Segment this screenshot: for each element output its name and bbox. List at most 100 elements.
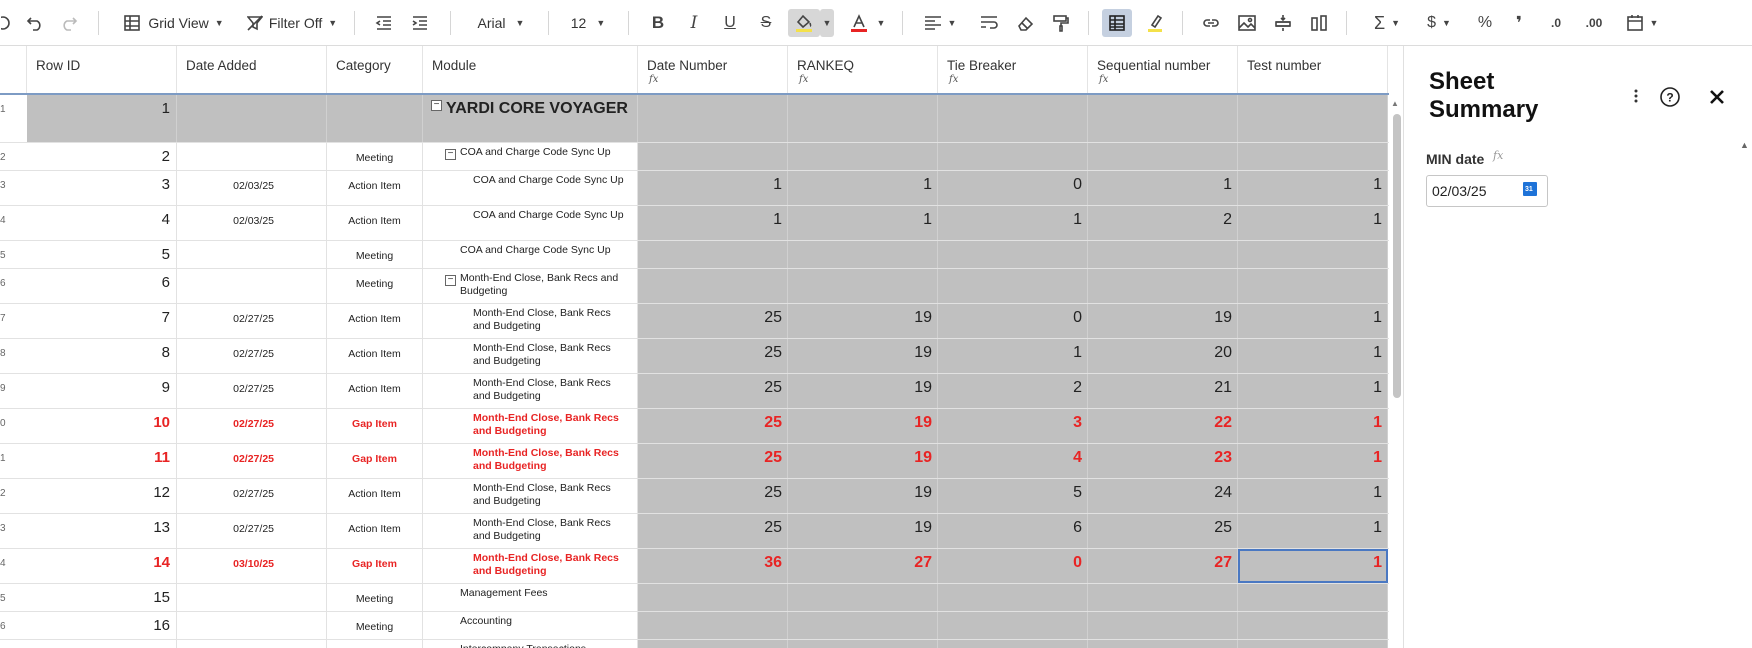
- cell-date-added[interactable]: 02/27/25: [177, 479, 327, 513]
- cell-sequential-number[interactable]: [1088, 143, 1238, 170]
- cell-rankeq[interactable]: [788, 143, 938, 170]
- cell-module[interactable]: COA and Charge Code Sync Up: [423, 171, 638, 205]
- row-number[interactable]: 6: [0, 269, 27, 303]
- column-header-date-number[interactable]: Date Number fx: [638, 46, 788, 93]
- cell-date-number[interactable]: 25: [638, 514, 788, 548]
- row-number[interactable]: 2: [0, 143, 27, 170]
- cell-row-id[interactable]: 5: [27, 241, 177, 268]
- cell-tie-breaker[interactable]: [938, 269, 1088, 303]
- table-row[interactable]: 0 10 02/27/25 Gap Item Month-End Close, Bank…: [0, 409, 1389, 444]
- cell-date-number[interactable]: 25: [638, 479, 788, 513]
- cell-rankeq[interactable]: 19: [788, 479, 938, 513]
- cell-date-added[interactable]: [177, 241, 327, 268]
- cell-module[interactable]: − Month-End Close, Bank Recs and Budgetin…: [423, 269, 638, 303]
- align-selector[interactable]: ▼: [918, 9, 962, 37]
- collapse-toggle-icon[interactable]: −: [431, 100, 442, 111]
- cell-category[interactable]: Meeting: [327, 612, 423, 639]
- cell-date-added[interactable]: 02/27/25: [177, 339, 327, 373]
- cell-date-added[interactable]: [177, 143, 327, 170]
- cell-row-id[interactable]: 13: [27, 514, 177, 548]
- increase-decimal-button[interactable]: .00: [1580, 9, 1608, 37]
- row-number[interactable]: 1: [0, 95, 27, 142]
- cell-sequential-number[interactable]: 23: [1088, 444, 1238, 478]
- filter-selector[interactable]: Filter Off ▼: [246, 9, 338, 37]
- cell-row-id[interactable]: 14: [27, 549, 177, 583]
- cell-date-number[interactable]: 25: [638, 444, 788, 478]
- partial-icon[interactable]: [0, 9, 14, 37]
- cell-date-number[interactable]: 25: [638, 409, 788, 443]
- cell-test-number[interactable]: 1: [1238, 171, 1388, 205]
- cell-date-number[interactable]: [638, 640, 788, 648]
- cell-row-id[interactable]: 17: [27, 640, 177, 648]
- cell-category[interactable]: Gap Item: [327, 409, 423, 443]
- cell-date-added[interactable]: 02/27/25: [177, 374, 327, 408]
- cell-date-added[interactable]: [177, 640, 327, 648]
- cell-date-number[interactable]: [638, 95, 788, 142]
- cell-category[interactable]: Action Item: [327, 479, 423, 513]
- cell-rankeq[interactable]: [788, 95, 938, 142]
- cell-test-number[interactable]: 1: [1238, 206, 1388, 240]
- cell-category[interactable]: Action Item: [327, 171, 423, 205]
- text-color-dropdown[interactable]: ▼: [874, 9, 888, 37]
- table-row[interactable]: 3 3 02/03/25 Action Item COA and Charge Code…: [0, 171, 1389, 206]
- wrap-text-button[interactable]: [976, 9, 1002, 37]
- collapse-toggle-icon[interactable]: −: [445, 275, 456, 286]
- cell-sequential-number[interactable]: 21: [1088, 374, 1238, 408]
- undo-button[interactable]: [20, 9, 50, 37]
- cell-date-added[interactable]: [177, 95, 327, 142]
- cell-sequential-number[interactable]: 1: [1088, 171, 1238, 205]
- row-number[interactable]: 4: [0, 549, 27, 583]
- table-row[interactable]: 717 Meeting Intercompany Transactions: [0, 640, 1389, 648]
- decrease-decimal-button[interactable]: .0: [1544, 9, 1568, 37]
- cell-sequential-number[interactable]: [1088, 612, 1238, 639]
- insert-link-button[interactable]: [1198, 9, 1224, 37]
- font-size-selector[interactable]: 12 ▼: [568, 9, 608, 37]
- clear-format-button[interactable]: [1012, 9, 1038, 37]
- cell-row-id[interactable]: 15: [27, 584, 177, 611]
- cell-test-number[interactable]: [1238, 95, 1388, 142]
- cell-module[interactable]: COA and Charge Code Sync Up: [423, 241, 638, 268]
- cell-tie-breaker[interactable]: [938, 143, 1088, 170]
- cell-tie-breaker[interactable]: 6: [938, 514, 1088, 548]
- cell-tie-breaker[interactable]: 0: [938, 549, 1088, 583]
- scroll-up-icon[interactable]: ▲: [1391, 99, 1399, 108]
- cell-date-added[interactable]: [177, 269, 327, 303]
- column-width-button[interactable]: [1306, 9, 1332, 37]
- row-number[interactable]: 2: [0, 479, 27, 513]
- cell-test-number[interactable]: 1: [1238, 409, 1388, 443]
- insert-image-button[interactable]: [1234, 9, 1260, 37]
- cell-row-id[interactable]: 4: [27, 206, 177, 240]
- cell-tie-breaker[interactable]: 4: [938, 444, 1088, 478]
- cell-test-number[interactable]: 1: [1238, 549, 1388, 583]
- cell-rankeq[interactable]: [788, 584, 938, 611]
- row-number[interactable]: 0: [0, 409, 27, 443]
- column-header-category[interactable]: Category: [327, 46, 423, 93]
- outdent-button[interactable]: [372, 9, 396, 37]
- cell-date-added[interactable]: 02/03/25: [177, 206, 327, 240]
- table-row[interactable]: 4 4 02/03/25 Action Item COA and Charge Code…: [0, 206, 1389, 241]
- cell-date-number[interactable]: 36: [638, 549, 788, 583]
- cell-tie-breaker[interactable]: 2: [938, 374, 1088, 408]
- cell-date-number[interactable]: 25: [638, 339, 788, 373]
- cell-module[interactable]: Month-End Close, Bank Recs and Budgeting: [423, 304, 638, 338]
- table-row[interactable]: 1 1 − YARDI CORE VOYAGER: [0, 95, 1389, 143]
- cell-test-number[interactable]: 1: [1238, 444, 1388, 478]
- cell-date-added[interactable]: 03/10/25: [177, 549, 327, 583]
- cell-row-id[interactable]: 9: [27, 374, 177, 408]
- cell-rankeq[interactable]: 19: [788, 374, 938, 408]
- cell-category[interactable]: Meeting: [327, 269, 423, 303]
- insert-row-button[interactable]: [1270, 9, 1296, 37]
- cell-rankeq[interactable]: [788, 612, 938, 639]
- cell-category[interactable]: Action Item: [327, 206, 423, 240]
- row-number[interactable]: 1: [0, 444, 27, 478]
- table-row[interactable]: 5 5 Meeting COA and Charge Code Sync Up: [0, 241, 1389, 269]
- more-options-button[interactable]: [1626, 86, 1646, 106]
- cell-test-number[interactable]: 1: [1238, 514, 1388, 548]
- cell-test-number[interactable]: 1: [1238, 374, 1388, 408]
- cell-test-number[interactable]: 1: [1238, 479, 1388, 513]
- thousands-separator-button[interactable]: ❜: [1508, 9, 1530, 37]
- cell-tie-breaker[interactable]: 0: [938, 304, 1088, 338]
- fill-color-button[interactable]: [788, 9, 820, 37]
- collapse-caret-icon[interactable]: ▲: [1740, 140, 1749, 150]
- cell-module[interactable]: Accounting: [423, 612, 638, 639]
